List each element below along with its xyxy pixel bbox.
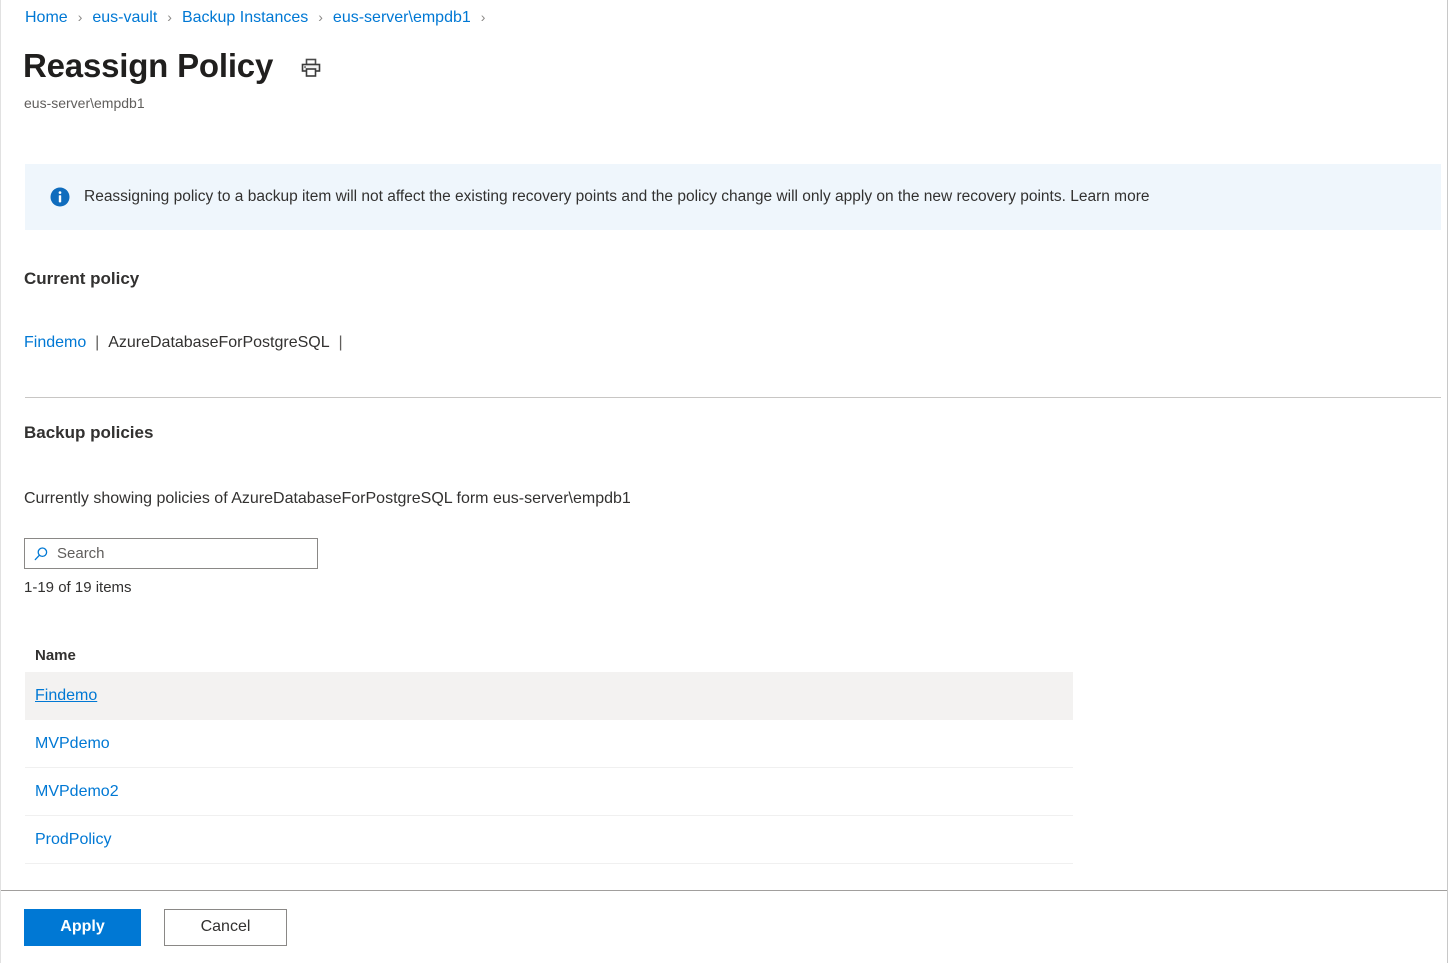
search-icon-glyph <box>34 546 48 560</box>
current-policy-spacer-1 <box>99 332 108 354</box>
table-row[interactable]: Findemo <box>25 672 1073 720</box>
current-policy-row: Findemo | AzureDatabaseForPostgreSQL | <box>24 332 343 354</box>
print-icon-glyph <box>301 58 321 77</box>
apply-button[interactable]: Apply <box>24 908 141 946</box>
chevron-right-icon: › <box>77 9 83 25</box>
currently-showing-text: Currently showing policies of AzureDatab… <box>24 490 631 507</box>
page-title: Reassign Policy <box>23 47 274 84</box>
info-banner: Reassigning policy to a backup item will… <box>25 164 1441 230</box>
cancel-button[interactable]: Cancel <box>164 908 287 946</box>
table-header-row: Name <box>25 638 1073 672</box>
info-banner-text: Reassigning policy to a backup item will… <box>84 188 1150 205</box>
search-icon <box>33 546 49 562</box>
policy-link-prodpolicy[interactable]: ProdPolicy <box>35 831 111 849</box>
footer-action-bar: Apply Cancel <box>1 891 1447 963</box>
current-policy-spacer-2 <box>330 332 339 354</box>
breadcrumb-item-home[interactable]: Home <box>25 8 68 28</box>
column-header-name: Name <box>35 646 76 664</box>
items-count-label: 1-19 of 19 items <box>24 579 132 596</box>
page-subtitle: eus-server\empdb1 <box>24 95 145 111</box>
chevron-right-icon: › <box>480 9 486 25</box>
reassign-policy-page: Home › eus-vault › Backup Instances › eu… <box>0 0 1448 963</box>
current-policy-link[interactable]: Findemo <box>24 332 86 354</box>
backup-policies-heading: Backup policies <box>24 423 154 442</box>
table-row[interactable]: MVPdemo <box>25 720 1073 768</box>
breadcrumb-item-backup-instances[interactable]: Backup Instances <box>182 8 308 28</box>
title-row: Reassign Policy <box>23 45 325 87</box>
policy-link-mvpdemo2[interactable]: MVPdemo2 <box>35 783 119 801</box>
breadcrumb-item-eus-vault[interactable]: eus-vault <box>92 8 157 28</box>
section-divider <box>25 397 1441 398</box>
info-icon <box>50 187 70 207</box>
chevron-right-icon: › <box>167 9 172 25</box>
policy-link-mvpdemo[interactable]: MVPdemo <box>35 735 110 753</box>
policy-table: Name Findemo MVPdemo MVPdemo2 ProdPolicy <box>25 638 1073 864</box>
current-policy-datasource: AzureDatabaseForPostgreSQL <box>108 334 330 351</box>
info-icon-glyph <box>50 187 70 207</box>
search-input[interactable] <box>57 545 309 562</box>
print-icon[interactable] <box>297 54 325 82</box>
current-policy-separator-1 <box>86 332 95 354</box>
current-policy-heading: Current policy <box>24 269 140 288</box>
chevron-right-icon: › <box>318 9 323 25</box>
current-policy-pipe-2: | <box>338 334 343 351</box>
search-box[interactable] <box>24 538 318 569</box>
table-row[interactable]: MVPdemo2 <box>25 768 1073 816</box>
table-row[interactable]: ProdPolicy <box>25 816 1073 864</box>
policy-link-findemo[interactable]: Findemo <box>35 687 97 705</box>
breadcrumb-item-eus-server-empdb1[interactable]: eus-server\empdb1 <box>333 8 471 28</box>
breadcrumb: Home › eus-vault › Backup Instances › eu… <box>25 8 495 28</box>
